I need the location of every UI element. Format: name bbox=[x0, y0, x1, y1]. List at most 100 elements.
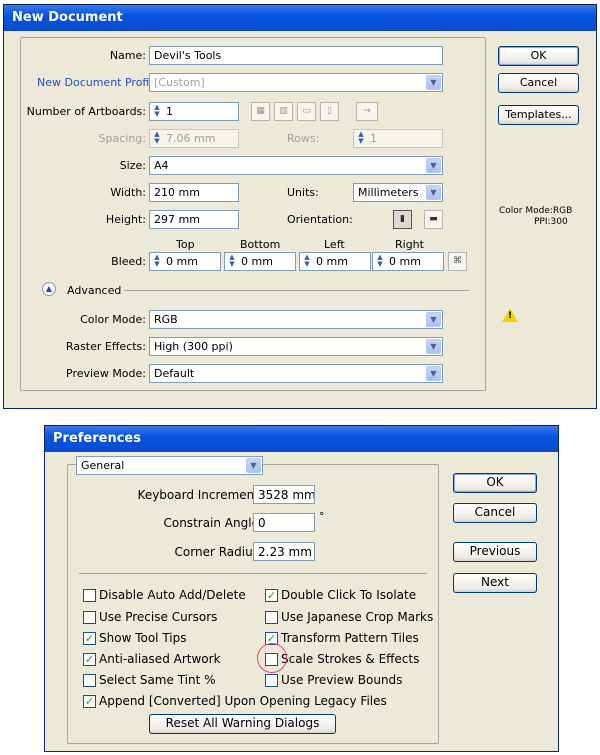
chevron-down-icon: ▼ bbox=[426, 312, 441, 327]
bleed-label: Bleed: bbox=[111, 255, 146, 268]
disable-auto-add-label: Disable Auto Add/Delete bbox=[99, 588, 246, 602]
highlight-circle bbox=[257, 643, 287, 673]
angle-input[interactable]: 0 bbox=[253, 513, 315, 532]
width-input[interactable]: 210 mm bbox=[149, 183, 239, 202]
portrait-icon[interactable]: ▮ bbox=[393, 210, 412, 229]
preview-value: Default bbox=[154, 367, 195, 380]
artboards-stepper[interactable]: ▲ ▼ 1 bbox=[149, 102, 239, 121]
name-input[interactable]: Devil's Tools bbox=[149, 46, 443, 65]
previous-button[interactable]: Previous bbox=[453, 542, 537, 562]
rows-value: 1 bbox=[370, 132, 377, 145]
units-value: Millimeters bbox=[358, 186, 419, 199]
units-label: Units: bbox=[287, 186, 319, 199]
collapse-advanced-icon[interactable]: ▲ bbox=[42, 282, 56, 296]
bleed-right-label: Right bbox=[395, 238, 424, 251]
width-label: Width: bbox=[110, 186, 146, 199]
bleed-right-value: 0 mm bbox=[389, 255, 421, 268]
warning-mark: ! bbox=[508, 311, 513, 321]
stepper-arrows-icon[interactable]: ▲ ▼ bbox=[151, 254, 163, 269]
color-mode-select[interactable]: RGB ▼ bbox=[149, 310, 443, 329]
chevron-down-icon: ▼ bbox=[426, 185, 441, 200]
new-document-dialog: New Document Name: Devil's Tools New Doc… bbox=[3, 4, 597, 409]
preferences-title: Preferences bbox=[45, 426, 558, 452]
radius-input[interactable]: 2.23 mm bbox=[253, 542, 315, 561]
arrange-by-column-icon[interactable]: ▯ bbox=[320, 102, 339, 121]
show-tool-tips-checkbox[interactable]: ✓ bbox=[83, 632, 96, 645]
bleed-left-value: 0 mm bbox=[316, 255, 348, 268]
angle-label: Constrain Angle: bbox=[163, 516, 263, 530]
double-click-isolate-checkbox[interactable]: ✓ bbox=[265, 589, 278, 602]
ok-button[interactable]: OK bbox=[498, 46, 579, 66]
color-mode-label: Color Mode: bbox=[80, 313, 146, 326]
stepper-arrows-icon[interactable]: ▲ ▼ bbox=[301, 254, 313, 269]
stepper-arrows-icon: ▲ ▼ bbox=[154, 130, 160, 145]
right-to-left-icon[interactable]: → bbox=[356, 102, 378, 121]
raster-value: High (300 ppi) bbox=[154, 340, 233, 353]
cancel-button[interactable]: Cancel bbox=[498, 73, 579, 93]
color-mode-value: RGB bbox=[154, 313, 178, 326]
options-divider bbox=[79, 573, 427, 574]
double-click-isolate-label: Double Click To Isolate bbox=[281, 588, 417, 602]
chevron-down-icon: ▼ bbox=[246, 458, 261, 473]
preview-label: Preview Mode: bbox=[66, 367, 146, 380]
artboards-label: Number of Artboards: bbox=[26, 105, 146, 118]
stepper-arrows-icon[interactable]: ▲ ▼ bbox=[226, 254, 238, 269]
next-button[interactable]: Next bbox=[453, 573, 537, 593]
height-input[interactable]: 297 mm bbox=[149, 210, 239, 229]
advanced-label: Advanced bbox=[67, 284, 122, 297]
precise-cursors-label: Use Precise Cursors bbox=[99, 610, 218, 624]
radius-label: Corner Radius: bbox=[174, 545, 263, 559]
bleed-bottom-value: 0 mm bbox=[241, 255, 273, 268]
section-select[interactable]: General ▼ bbox=[76, 456, 263, 475]
orientation-label: Orientation: bbox=[287, 213, 353, 226]
bleed-bottom-stepper[interactable]: ▲ ▼ 0 mm bbox=[224, 252, 296, 271]
disable-auto-add-checkbox[interactable] bbox=[83, 589, 96, 602]
japanese-crop-marks-checkbox[interactable] bbox=[265, 611, 278, 624]
scale-strokes-label: Scale Strokes & Effects bbox=[281, 652, 420, 666]
cancel-button[interactable]: Cancel bbox=[453, 503, 537, 523]
keyboard-input[interactable]: 3528 mm bbox=[253, 485, 315, 504]
bleed-left-stepper[interactable]: ▲ ▼ 0 mm bbox=[299, 252, 371, 271]
spacing-label: Spacing: bbox=[98, 132, 146, 145]
precise-cursors-checkbox[interactable] bbox=[83, 611, 96, 624]
arrange-by-row-icon[interactable]: ▭ bbox=[297, 102, 316, 121]
name-label: Name: bbox=[109, 49, 146, 62]
templates-button[interactable]: Templates... bbox=[498, 105, 579, 125]
preview-bounds-label: Use Preview Bounds bbox=[281, 673, 403, 687]
stepper-arrows-icon[interactable]: ▲ ▼ bbox=[151, 104, 163, 119]
anti-aliased-label: Anti-aliased Artwork bbox=[99, 652, 221, 666]
ok-button[interactable]: OK bbox=[453, 473, 537, 493]
keyboard-label: Keyboard Increment: bbox=[137, 488, 263, 502]
size-value: A4 bbox=[154, 159, 169, 172]
show-tool-tips-label: Show Tool Tips bbox=[99, 631, 187, 645]
profile-label: New Document Profile: bbox=[35, 76, 165, 89]
reset-warnings-button[interactable]: Reset All Warning Dialogs bbox=[149, 714, 336, 734]
units-select[interactable]: Millimeters ▼ bbox=[353, 183, 443, 202]
size-select[interactable]: A4 ▼ bbox=[149, 156, 443, 175]
chevron-down-icon: ▼ bbox=[426, 75, 441, 90]
artboards-value: 1 bbox=[166, 105, 173, 118]
landscape-icon[interactable]: ▬ bbox=[424, 210, 443, 229]
chevron-down-icon: ▼ bbox=[426, 366, 441, 381]
link-chain-icon[interactable]: ⌘ bbox=[448, 252, 467, 271]
stepper-arrows-icon[interactable]: ▲ ▼ bbox=[374, 254, 386, 269]
select-same-tint-checkbox[interactable] bbox=[83, 674, 96, 687]
append-converted-label: Append [Converted] Upon Opening Legacy F… bbox=[99, 694, 387, 708]
raster-label: Raster Effects: bbox=[65, 340, 146, 353]
rows-stepper[interactable]: ▲ ▼ 1 bbox=[353, 129, 443, 148]
spacing-stepper[interactable]: ▲ ▼ 7.06 mm bbox=[149, 129, 239, 148]
select-same-tint-label: Select Same Tint % bbox=[99, 673, 216, 687]
raster-select[interactable]: High (300 ppi) ▼ bbox=[149, 337, 443, 356]
preview-select[interactable]: Default ▼ bbox=[149, 364, 443, 383]
anti-aliased-checkbox[interactable]: ✓ bbox=[83, 653, 96, 666]
bleed-right-stepper[interactable]: ▲ ▼ 0 mm bbox=[372, 252, 444, 271]
chevron-down-icon: ▼ bbox=[426, 339, 441, 354]
grid-by-row-icon[interactable]: ▦ bbox=[251, 102, 270, 121]
grid-by-column-icon[interactable]: ▥ bbox=[274, 102, 293, 121]
degree-unit: ° bbox=[319, 510, 325, 523]
preview-bounds-checkbox[interactable] bbox=[265, 674, 278, 687]
profile-select[interactable]: [Custom] ▼ bbox=[149, 73, 443, 92]
append-converted-checkbox[interactable]: ✓ bbox=[83, 695, 96, 708]
bleed-top-stepper[interactable]: ▲ ▼ 0 mm bbox=[149, 252, 221, 271]
preferences-dialog: Preferences General ▼ Keyboard Increment… bbox=[44, 425, 559, 752]
